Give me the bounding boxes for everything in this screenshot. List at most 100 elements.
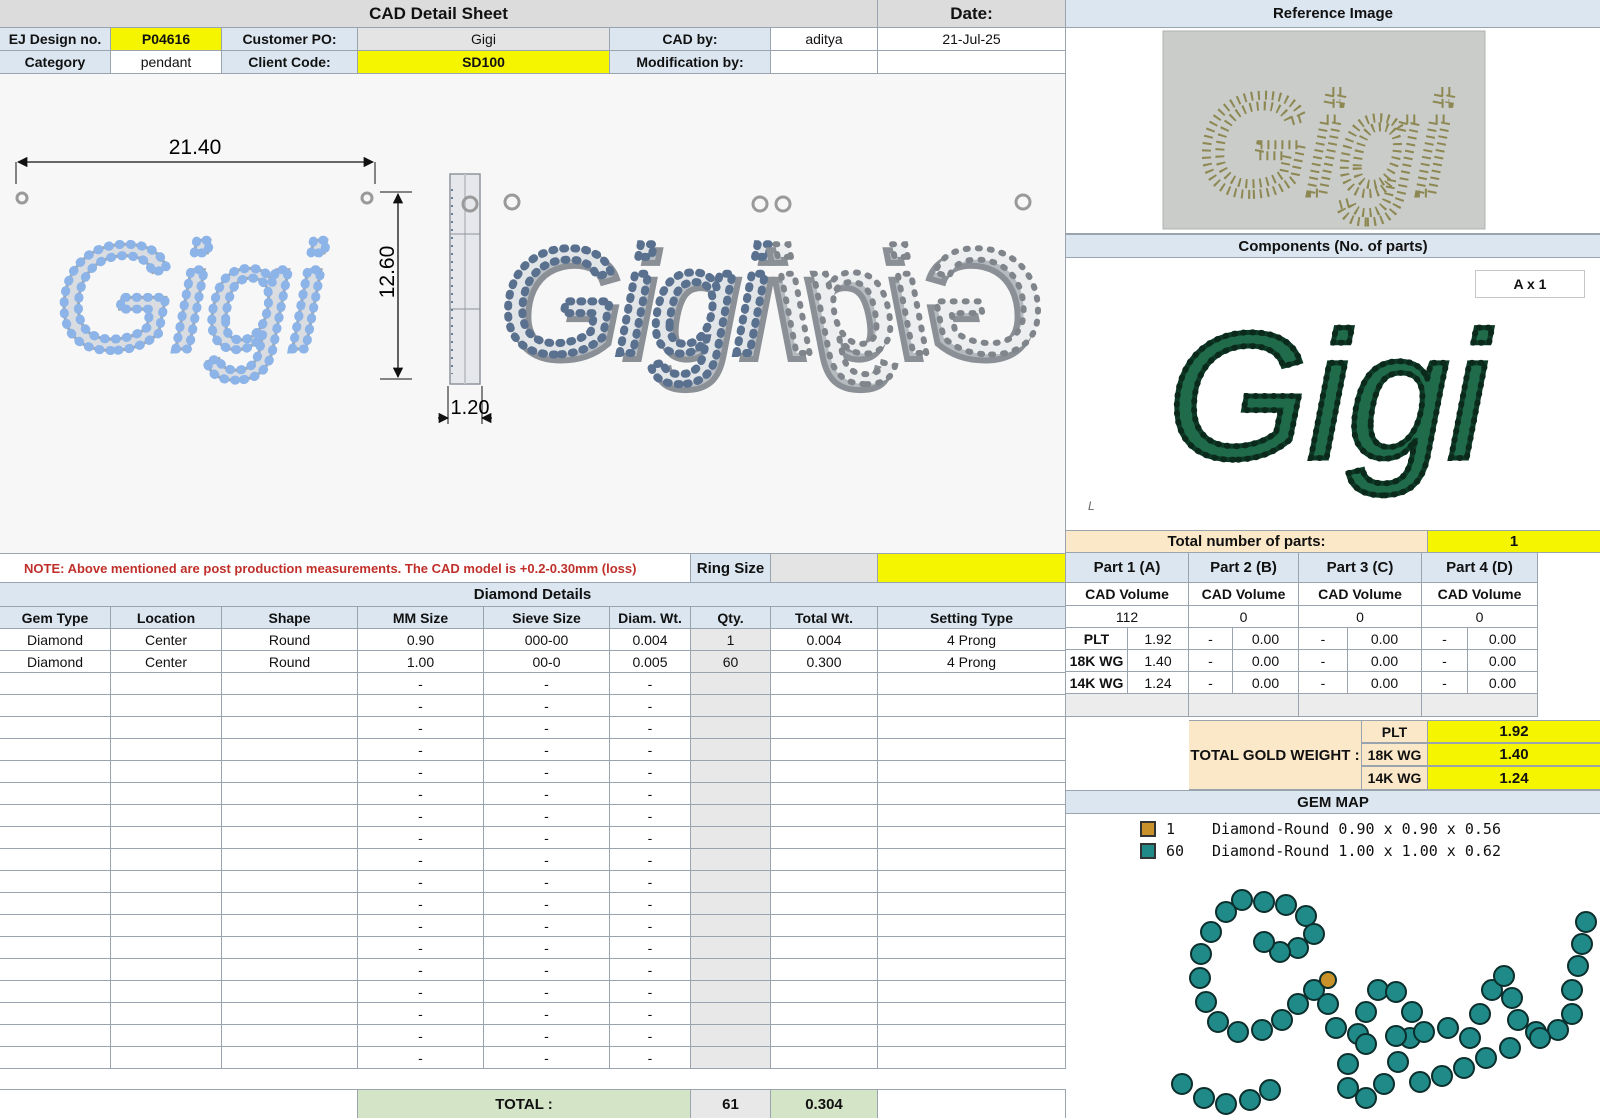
cad-by-value[interactable]: aditya (771, 28, 878, 51)
table-cell[interactable] (0, 739, 111, 761)
table-cell[interactable]: - (358, 739, 484, 761)
table-cell[interactable] (222, 915, 358, 937)
table-cell[interactable] (878, 783, 1066, 805)
cad-volume-value[interactable]: 0 (1299, 606, 1422, 628)
table-cell[interactable]: - (610, 783, 691, 805)
table-cell[interactable] (771, 673, 878, 695)
table-cell[interactable]: - (610, 871, 691, 893)
ring-size-highlight[interactable] (878, 553, 1066, 583)
table-cell[interactable]: - (358, 937, 484, 959)
table-cell[interactable] (691, 1047, 771, 1069)
table-cell[interactable] (222, 695, 358, 717)
table-cell[interactable] (878, 959, 1066, 981)
gold-weight-value[interactable]: 1.92 (1428, 720, 1600, 743)
table-cell[interactable]: - (484, 849, 610, 871)
table-cell[interactable] (771, 761, 878, 783)
metal-weight[interactable]: 0.00 (1348, 672, 1422, 694)
table-cell[interactable] (878, 827, 1066, 849)
table-cell[interactable] (0, 827, 111, 849)
table-cell[interactable]: - (484, 981, 610, 1003)
table-cell[interactable]: - (610, 805, 691, 827)
metal-weight[interactable]: 1.24 (1128, 672, 1189, 694)
table-cell[interactable]: - (484, 673, 610, 695)
category-value[interactable]: pendant (111, 51, 222, 74)
table-cell[interactable] (0, 695, 111, 717)
table-cell[interactable] (771, 1047, 878, 1069)
table-cell[interactable] (771, 827, 878, 849)
table-cell[interactable] (111, 937, 222, 959)
table-cell[interactable]: 0.005 (610, 651, 691, 673)
table-cell[interactable]: - (484, 783, 610, 805)
table-cell[interactable]: 4 Prong (878, 651, 1066, 673)
table-cell[interactable] (222, 849, 358, 871)
table-cell[interactable] (222, 981, 358, 1003)
table-cell[interactable]: - (610, 1047, 691, 1069)
table-cell[interactable] (222, 805, 358, 827)
table-cell[interactable] (0, 1047, 111, 1069)
gold-weight-value[interactable]: 1.40 (1428, 743, 1600, 766)
table-cell[interactable]: 4 Prong (878, 629, 1066, 651)
table-cell[interactable] (771, 937, 878, 959)
client-code-value[interactable]: SD100 (358, 51, 610, 74)
table-cell[interactable]: - (358, 1003, 484, 1025)
table-cell[interactable]: - (358, 1025, 484, 1047)
table-cell[interactable]: 0.004 (610, 629, 691, 651)
table-cell[interactable]: - (610, 893, 691, 915)
table-cell[interactable] (878, 739, 1066, 761)
table-cell[interactable] (0, 981, 111, 1003)
table-cell[interactable]: 60 (691, 651, 771, 673)
table-cell[interactable] (0, 871, 111, 893)
table-cell[interactable]: - (358, 959, 484, 981)
table-cell[interactable]: - (484, 1025, 610, 1047)
table-cell[interactable]: - (610, 673, 691, 695)
table-cell[interactable] (0, 1003, 111, 1025)
table-cell[interactable]: - (610, 827, 691, 849)
table-cell[interactable]: - (610, 937, 691, 959)
table-cell[interactable] (0, 673, 111, 695)
table-cell[interactable] (691, 827, 771, 849)
table-cell[interactable] (691, 871, 771, 893)
metal-weight[interactable]: 1.92 (1128, 628, 1189, 650)
table-cell[interactable] (111, 783, 222, 805)
table-cell[interactable] (111, 1003, 222, 1025)
table-cell[interactable] (878, 761, 1066, 783)
table-cell[interactable] (111, 695, 222, 717)
table-cell[interactable] (691, 695, 771, 717)
table-cell[interactable]: - (484, 871, 610, 893)
table-cell[interactable] (691, 805, 771, 827)
metal-weight[interactable]: 0.00 (1468, 650, 1538, 672)
table-cell[interactable] (111, 739, 222, 761)
table-cell[interactable]: - (358, 981, 484, 1003)
table-cell[interactable] (691, 1025, 771, 1047)
metal-weight[interactable]: 0.00 (1233, 650, 1299, 672)
table-cell[interactable]: - (610, 695, 691, 717)
date-value[interactable]: 21-Jul-25 (878, 28, 1066, 51)
table-cell[interactable] (222, 1025, 358, 1047)
table-cell[interactable]: - (358, 915, 484, 937)
table-cell[interactable]: - (484, 739, 610, 761)
table-cell[interactable] (111, 849, 222, 871)
table-cell[interactable]: 0.90 (358, 629, 484, 651)
table-cell[interactable] (878, 893, 1066, 915)
table-cell[interactable]: - (610, 1025, 691, 1047)
table-cell[interactable] (111, 717, 222, 739)
table-cell[interactable] (771, 717, 878, 739)
table-cell[interactable] (878, 871, 1066, 893)
table-cell[interactable]: - (484, 827, 610, 849)
table-cell[interactable] (0, 915, 111, 937)
table-cell[interactable]: - (610, 717, 691, 739)
table-cell[interactable]: Round (222, 629, 358, 651)
metal-weight[interactable]: 0.00 (1468, 672, 1538, 694)
design-no-value[interactable]: P04616 (111, 28, 222, 51)
table-cell[interactable] (0, 717, 111, 739)
total-parts-value[interactable]: 1 (1428, 530, 1600, 553)
table-cell[interactable] (691, 959, 771, 981)
table-cell[interactable] (0, 761, 111, 783)
table-cell[interactable] (0, 959, 111, 981)
table-cell[interactable] (222, 937, 358, 959)
table-cell[interactable]: - (610, 761, 691, 783)
table-cell[interactable] (222, 893, 358, 915)
table-cell[interactable]: Round (222, 651, 358, 673)
table-cell[interactable] (878, 849, 1066, 871)
table-cell[interactable]: 1 (691, 629, 771, 651)
